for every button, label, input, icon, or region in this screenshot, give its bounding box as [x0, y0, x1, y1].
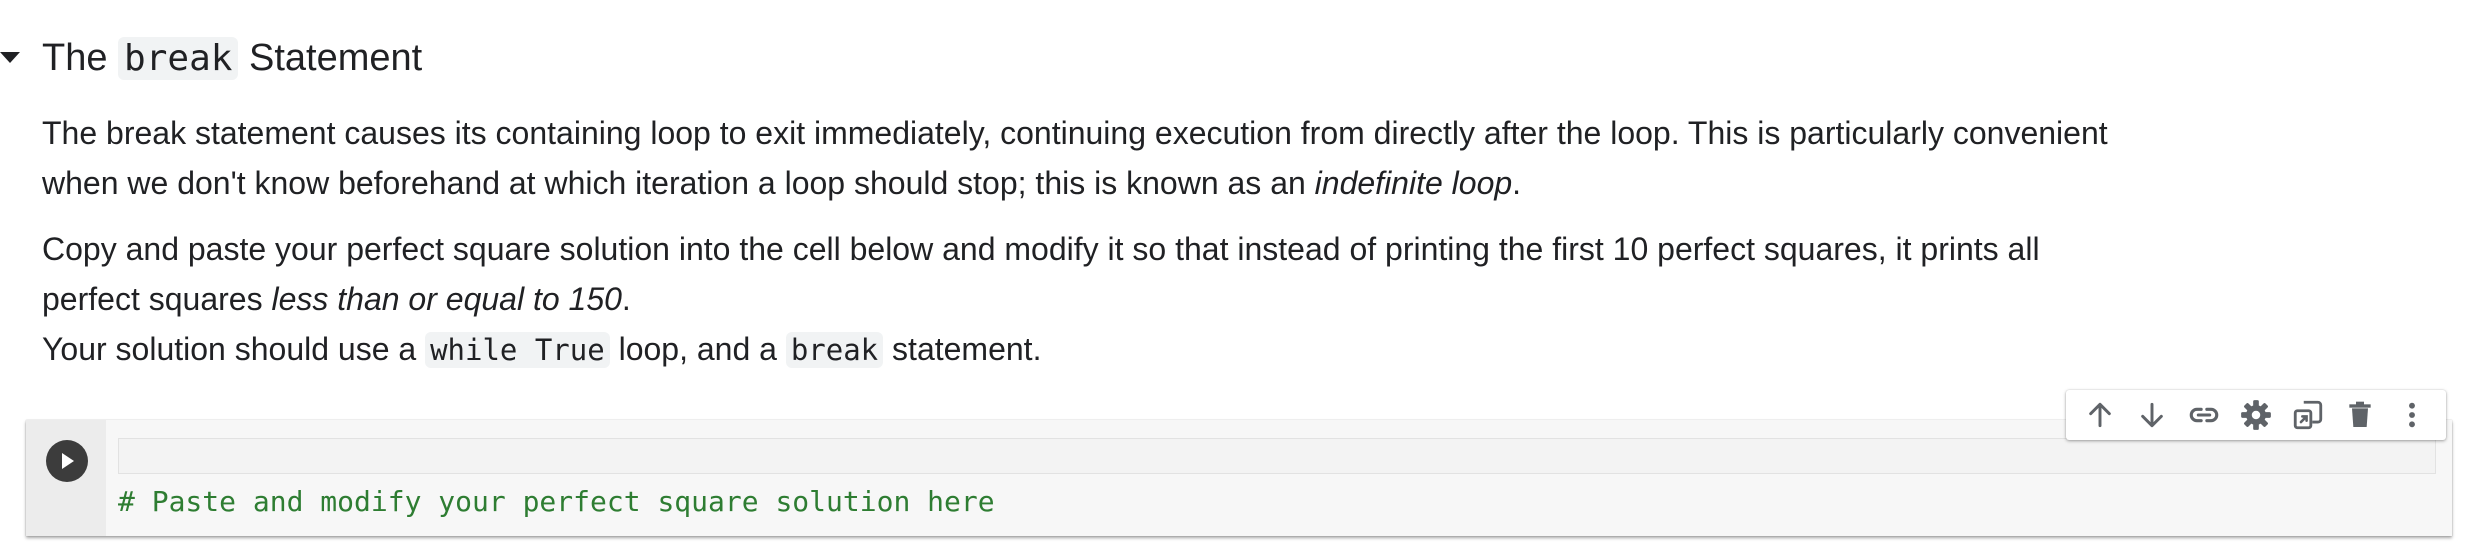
paragraph3-code-while-true: while True: [425, 332, 610, 368]
paragraph-break-description: The break statement causes its containin…: [42, 108, 2122, 208]
paragraph3-code-break: break: [785, 332, 884, 368]
collapse-toggle[interactable]: [0, 28, 42, 88]
paragraph-requirements: Your solution should use a while True lo…: [42, 324, 2122, 375]
paragraph1-text: The break statement causes its containin…: [42, 115, 2108, 201]
delete-cell-button[interactable]: [2338, 393, 2382, 437]
heading-suffix: Statement: [238, 36, 423, 79]
cell-toolbar: [2066, 390, 2446, 440]
play-icon: [62, 453, 74, 469]
paragraph1-emphasis: indefinite loop: [1314, 165, 1513, 201]
cell-settings-button[interactable]: [2234, 393, 2278, 437]
copy-link-button[interactable]: [2182, 393, 2226, 437]
paragraph-instructions: Copy and paste your perfect square solut…: [42, 224, 2122, 324]
move-cell-down-button[interactable]: [2130, 393, 2174, 437]
more-vert-icon: [2409, 402, 2415, 428]
paragraph3-text-c: statement.: [883, 331, 1042, 367]
run-cell-button[interactable]: [46, 440, 88, 482]
paragraph2-end: .: [621, 281, 631, 317]
code-comment[interactable]: # Paste and modify your perfect square s…: [118, 482, 995, 522]
trash-icon: [2349, 401, 2371, 427]
paragraph3-text-a: Your solution should use a: [42, 331, 426, 367]
mirror-cell-button[interactable]: [2286, 393, 2330, 437]
caret-down-icon: [0, 52, 20, 63]
link-icon: [2189, 407, 2219, 423]
section-header: The break Statement: [0, 28, 422, 88]
gear-icon: [2241, 400, 2271, 430]
arrow-down-icon: [2141, 402, 2163, 428]
heading-code: break: [118, 36, 239, 80]
paragraph2-emphasis: less than or equal to 150: [271, 281, 622, 317]
section-heading: The break Statement: [42, 36, 423, 80]
more-actions-button[interactable]: [2390, 393, 2434, 437]
paragraph1-end: .: [1512, 165, 1522, 201]
cell-gutter: [26, 420, 106, 536]
move-cell-up-button[interactable]: [2078, 393, 2122, 437]
paragraph3-text-b: loop, and a: [609, 331, 786, 367]
code-editor-line[interactable]: [118, 438, 2436, 474]
mirror-cell-icon: [2293, 400, 2323, 430]
heading-prefix: The: [42, 36, 119, 79]
arrow-up-icon: [2089, 402, 2111, 428]
text-cell: The break statement causes its containin…: [42, 108, 2122, 375]
